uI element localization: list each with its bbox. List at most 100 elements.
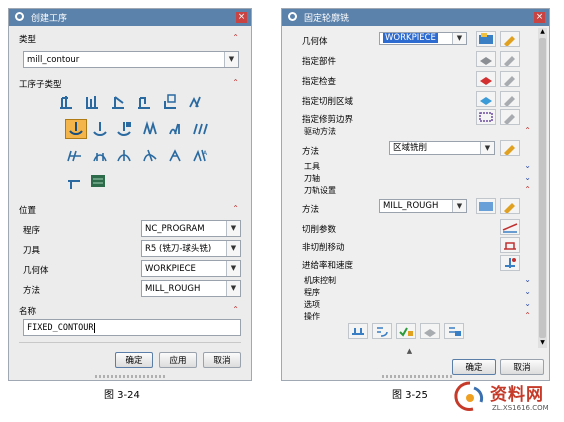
- method-select[interactable]: MILL_ROUGH ▼: [141, 280, 241, 297]
- edit-drive-button[interactable]: [500, 140, 520, 156]
- subtype-section-header[interactable]: 工序子类型 ⌃: [19, 78, 241, 90]
- operation-subtype-icon[interactable]: [91, 120, 109, 138]
- chevron-down-icon[interactable]: ▼: [226, 241, 240, 256]
- cancel-button[interactable]: 取消: [203, 352, 241, 368]
- operation-subtype-icon[interactable]: [187, 93, 205, 111]
- operation-subtype-icon[interactable]: [91, 147, 109, 165]
- replay-button[interactable]: [372, 323, 392, 339]
- specify-check-button[interactable]: [476, 71, 496, 87]
- expand-icon[interactable]: ⌄: [524, 299, 531, 308]
- operation-subtype-icon[interactable]: [115, 147, 133, 165]
- chevron-down-icon[interactable]: ▼: [226, 281, 240, 296]
- operation-subtype-icon[interactable]: [57, 93, 75, 111]
- edit-geometry-button[interactable]: [500, 31, 520, 47]
- scroll-up-arrow[interactable]: ▲: [538, 28, 547, 37]
- axis-section-header[interactable]: 刀轴 ⌄: [296, 173, 535, 185]
- list-button[interactable]: [420, 323, 440, 339]
- expand-icon[interactable]: ⌄: [524, 173, 531, 182]
- expand-icon[interactable]: ⌄: [524, 287, 531, 296]
- drive-section-header[interactable]: 驱动方法 ⌃: [296, 126, 535, 138]
- close-button[interactable]: ×: [534, 12, 545, 23]
- tool-value: R5 (铣刀-球头铣): [145, 244, 212, 254]
- operation-subtype-icon[interactable]: [167, 147, 185, 165]
- chevron-down-icon[interactable]: ▼: [452, 200, 466, 212]
- display-part-button[interactable]: [500, 51, 520, 67]
- operation-subtype-icon[interactable]: [109, 93, 127, 111]
- machine-section-header[interactable]: 机床控制 ⌄: [296, 275, 535, 287]
- specify-part-button[interactable]: [476, 51, 496, 67]
- ok-button[interactable]: 确定: [452, 359, 496, 375]
- collapse-icon[interactable]: ⌃: [232, 204, 239, 213]
- expand-icon[interactable]: ⌄: [524, 275, 531, 284]
- tool-section-header[interactable]: 工具 ⌄: [296, 161, 535, 173]
- name-input[interactable]: FIXED_CONTOUR: [23, 319, 241, 336]
- collapse-icon[interactable]: ⌃: [524, 126, 531, 135]
- display-check-button[interactable]: [500, 71, 520, 87]
- drive-method-select[interactable]: 区域铣削 ▼: [389, 141, 495, 155]
- chevron-down-icon[interactable]: ▼: [452, 33, 466, 44]
- collapse-icon[interactable]: ⌃: [524, 185, 531, 194]
- chevron-down-icon[interactable]: ▼: [224, 52, 238, 67]
- type-section-header[interactable]: 类型 ⌃: [19, 33, 241, 45]
- path-method-select[interactable]: MILL_ROUGH ▼: [379, 199, 467, 213]
- operation-subtype-icon[interactable]: [65, 147, 83, 165]
- selected-subtype-icon[interactable]: [65, 119, 87, 139]
- operation-subtype-icon[interactable]: [65, 173, 83, 191]
- subtype-icon-grid: A: [57, 93, 217, 193]
- scroll-thumb[interactable]: [539, 38, 546, 338]
- tool-select[interactable]: R5 (铣刀-球头铣) ▼: [141, 240, 241, 257]
- type-select[interactable]: mill_contour ▼: [23, 51, 239, 68]
- program-section-header[interactable]: 程序 ⌄: [296, 287, 535, 299]
- operation-subtype-icon[interactable]: A: [191, 147, 209, 165]
- operation-subtype-icon[interactable]: [191, 120, 209, 138]
- cancel-button[interactable]: 取消: [500, 359, 544, 375]
- close-button[interactable]: ×: [236, 12, 247, 23]
- operation-subtype-icon[interactable]: [83, 93, 101, 111]
- operation-subtype-icon[interactable]: [167, 120, 185, 138]
- resize-grip[interactable]: [382, 375, 452, 378]
- generate-button[interactable]: [348, 323, 368, 339]
- dialog-titlebar: 固定轮廓铣 ×: [282, 9, 549, 26]
- new-geometry-button[interactable]: [476, 31, 496, 47]
- operation-subtype-icon[interactable]: [141, 120, 159, 138]
- specify-cut-area-button[interactable]: [476, 91, 496, 107]
- collapse-bar[interactable]: ▲: [282, 347, 537, 355]
- name-section-header[interactable]: 名称 ⌃: [19, 305, 241, 317]
- location-section-header[interactable]: 位置 ⌃: [19, 204, 241, 216]
- geometry-select[interactable]: WORKPIECE ▼: [379, 32, 467, 45]
- vertical-scrollbar[interactable]: ▲ ▼: [538, 28, 547, 348]
- type-select-value: mill_contour: [27, 55, 80, 65]
- expand-icon[interactable]: ⌄: [524, 161, 531, 170]
- chevron-down-icon[interactable]: ▼: [226, 221, 240, 236]
- path-section-header[interactable]: 刀轨设置 ⌃: [296, 185, 535, 197]
- chevron-down-icon[interactable]: ▼: [480, 142, 494, 154]
- actions-section-header[interactable]: 操作 ⌃: [296, 311, 535, 323]
- operation-subtype-icon[interactable]: [161, 93, 179, 111]
- program-select[interactable]: NC_PROGRAM ▼: [141, 220, 241, 237]
- edit-method-button[interactable]: [500, 198, 520, 214]
- cut-params-button[interactable]: [500, 219, 520, 235]
- display-cut-area-button[interactable]: [500, 91, 520, 107]
- operation-subtype-icon[interactable]: [89, 173, 107, 191]
- resize-grip[interactable]: [95, 375, 165, 378]
- geometry-select[interactable]: WORKPIECE ▼: [141, 260, 241, 277]
- collapse-icon[interactable]: ⌃: [232, 33, 239, 42]
- display-trim-button[interactable]: [500, 109, 520, 125]
- chevron-down-icon[interactable]: ▼: [226, 261, 240, 276]
- verify-button[interactable]: [396, 323, 416, 339]
- operation-subtype-icon[interactable]: [135, 93, 153, 111]
- collapse-icon[interactable]: ⌃: [232, 305, 239, 314]
- output-button[interactable]: [444, 323, 464, 339]
- operation-subtype-icon[interactable]: [115, 120, 133, 138]
- operation-subtype-icon[interactable]: [141, 147, 159, 165]
- specify-trim-button[interactable]: [476, 109, 496, 125]
- scroll-down-arrow[interactable]: ▼: [538, 339, 547, 348]
- ok-button[interactable]: 确定: [115, 352, 153, 368]
- apply-button[interactable]: 应用: [159, 352, 197, 368]
- collapse-icon[interactable]: ⌃: [524, 311, 531, 320]
- feeds-speeds-button[interactable]: [500, 255, 520, 271]
- new-method-button[interactable]: [476, 198, 496, 214]
- options-section-header[interactable]: 选项 ⌄: [296, 299, 535, 311]
- collapse-icon[interactable]: ⌃: [232, 78, 239, 87]
- non-cut-button[interactable]: [500, 237, 520, 253]
